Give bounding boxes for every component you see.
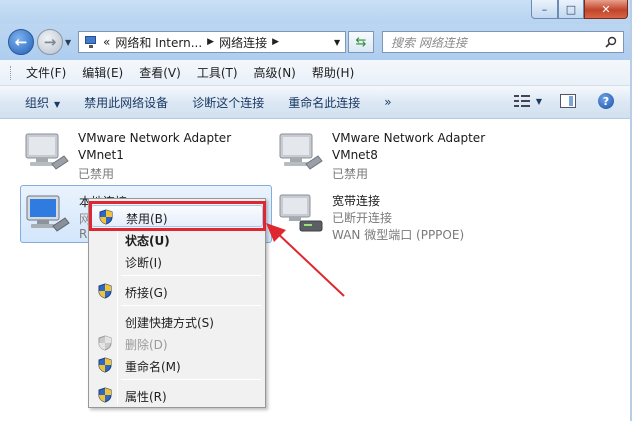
address-box[interactable]: « 网络和 Intern... ▶ 网络连接 ▶ [78,31,346,53]
menu-item-bridge[interactable]: 桥接(G) [91,280,263,302]
menu-grip [10,66,13,80]
menu-separator [121,379,261,380]
window-controls: – □ ✕ [531,0,628,19]
maximize-button[interactable]: □ [558,0,584,19]
help-icon[interactable]: ? [598,93,614,109]
menu-item-label: 删除(D) [125,338,168,352]
menu-item-label: 状态(U) [125,234,170,248]
annotation-highlight-box [89,201,266,231]
view-controls: ▼ ? [513,93,614,109]
change-view-icon[interactable] [513,94,530,108]
address-dropdown-icon[interactable]: ▼ [334,38,340,47]
connection-name: VMware Network Adapter [332,131,486,145]
minimize-button[interactable]: – [531,0,558,19]
connection-status: 已禁用 [332,167,369,181]
menu-advanced[interactable]: 高级(N) [254,64,296,81]
search-placeholder: 搜索 网络连接 [391,35,467,50]
menu-item-diagnose[interactable]: 诊断(I) [91,250,263,272]
view-dropdown-icon[interactable]: ▼ [536,97,542,106]
menu-item-label: 重命名(M) [125,360,181,374]
recent-pages-dropdown[interactable]: ▼ [65,38,71,47]
annotation-arrow-icon [266,223,345,297]
title-bar: – □ ✕ [0,0,632,24]
network-folder-icon [83,35,99,49]
search-input[interactable]: 搜索 网络连接 [382,31,624,53]
diagnose-button[interactable]: 诊断这个连接 [192,94,264,111]
menu-item-label: 诊断(I) [125,256,162,270]
connection-vmnet8[interactable]: VMware Network Adapter VMnet8 已禁用 [274,124,524,181]
menu-item-label: 创建快捷方式(S) [125,316,214,330]
menu-item-create-shortcut[interactable]: 创建快捷方式(S) [91,310,263,332]
menu-item-rename[interactable]: 重命名(M) [91,354,263,376]
uac-shield-icon [98,283,112,299]
forward-button[interactable]: → [37,29,63,55]
search-icon[interactable] [605,36,617,48]
menu-bar: 文件(F) 编辑(E) 查看(V) 工具(T) 高级(N) 帮助(H) [0,60,632,86]
menu-edit[interactable]: 编辑(E) [82,64,123,81]
menu-item-delete: 删除(D) [91,332,263,354]
command-bar: 组织 ▼ 禁用此网络设备 诊断这个连接 重命名此连接 » ▼ ? [0,86,632,119]
network-adapter-disabled-icon [25,133,69,170]
chevron-down-icon: ▼ [54,99,61,109]
organize-label: 组织 [25,95,50,110]
menu-item-status[interactable]: 状态(U) [91,228,263,250]
menu-view[interactable]: 查看(V) [139,64,181,81]
refresh-icon: ⇆ [355,34,367,50]
menu-separator [121,305,261,306]
preview-pane-icon[interactable] [560,94,576,108]
menu-tools[interactable]: 工具(T) [197,64,238,81]
uac-shield-icon [98,335,112,351]
connection-device: VMnet1 [78,148,124,162]
breadcrumb-overflow[interactable]: « [103,35,110,49]
menu-help[interactable]: 帮助(H) [312,64,354,81]
navigation-bar: ← → ▼ « 网络和 Intern... ▶ 网络连接 ▶ ▼ ⇆ 搜索 网络… [0,24,632,60]
breadcrumb-network-connections[interactable]: 网络连接 [219,34,267,51]
breadcrumb-separator-icon[interactable]: ▶ [272,37,279,47]
connection-vmnet1[interactable]: VMware Network Adapter VMnet1 已禁用 [20,124,270,181]
arrow-right-icon: → [43,33,57,51]
network-adapter-disabled-icon [279,133,323,170]
network-adapter-icon [26,195,70,232]
rename-button[interactable]: 重命名此连接 [288,94,360,111]
connection-name: 宽带连接 [332,194,381,208]
menu-item-label: 属性(R) [125,390,167,404]
breadcrumb-network-internet[interactable]: 网络和 Intern... [115,34,202,51]
back-button[interactable]: ← [8,29,34,55]
organize-button[interactable]: 组织 ▼ [25,94,60,111]
connection-status: R [79,227,88,241]
uac-shield-icon [98,387,112,403]
more-commands-button[interactable]: » [384,95,391,109]
refresh-button[interactable]: ⇆ [348,31,374,53]
breadcrumb-separator-icon[interactable]: ▶ [207,37,214,47]
connection-status: 已禁用 [78,167,115,181]
arrow-left-icon: ← [14,33,28,51]
disable-device-button[interactable]: 禁用此网络设备 [84,94,168,111]
close-button[interactable]: ✕ [584,0,628,19]
menu-separator [121,275,261,276]
connection-name: VMware Network Adapter [78,131,232,145]
menu-item-properties[interactable]: 属性(R) [91,384,263,406]
connection-device: VMnet8 [332,148,378,162]
menu-file[interactable]: 文件(F) [26,64,66,81]
menu-item-label: 桥接(G) [125,286,168,300]
uac-shield-icon [98,357,112,373]
